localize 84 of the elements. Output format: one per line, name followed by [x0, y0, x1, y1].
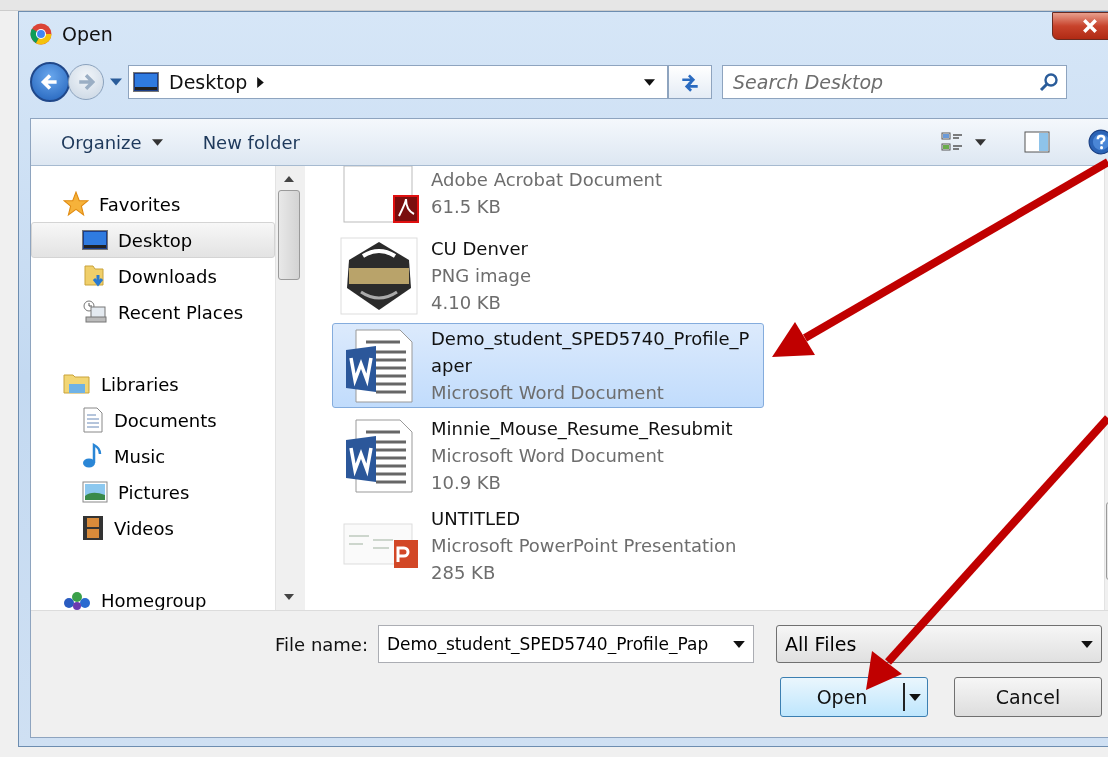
- refresh-button[interactable]: [668, 65, 712, 99]
- forward-arrow-icon: [77, 73, 95, 91]
- dropdown-arrow-icon[interactable]: [733, 640, 745, 648]
- desktop-icon: [133, 72, 159, 92]
- preview-pane-icon[interactable]: [1024, 131, 1050, 153]
- location-text[interactable]: Desktop: [169, 71, 248, 93]
- sidebar-item[interactable]: Documents: [31, 402, 275, 438]
- caret-icon: [151, 138, 163, 146]
- file-name: Minnie_Mouse_Resume_Resubmit: [431, 417, 734, 442]
- file-type: PNG image: [431, 264, 533, 288]
- scroll-thumb[interactable]: [277, 190, 300, 280]
- scroll-up-icon[interactable]: [283, 176, 294, 182]
- open-split-button[interactable]: Open: [780, 677, 928, 717]
- group-label[interactable]: Favorites: [99, 193, 181, 215]
- group-label[interactable]: Homegroup: [101, 589, 207, 610]
- file-size: 61.5 KB: [431, 195, 502, 219]
- item-label[interactable]: Documents: [114, 409, 217, 431]
- dropdown-arrow-icon: [1081, 640, 1093, 648]
- star-icon: [63, 191, 89, 217]
- file-item[interactable]: Adobe Acrobat Document 61.5 KB: [332, 166, 764, 228]
- file-name-field[interactable]: Demo_student_SPED5740_Profile_Pap: [378, 625, 754, 663]
- file-type: Microsoft PowerPoint Presentation: [431, 534, 738, 558]
- sidebar-item[interactable]: Recent Places: [31, 294, 275, 330]
- item-label[interactable]: Pictures: [118, 481, 190, 503]
- search-field[interactable]: Search Desktop: [722, 65, 1067, 99]
- open-button[interactable]: Open: [781, 686, 903, 708]
- file-type-dropdown[interactable]: All Files: [776, 625, 1102, 663]
- dropdown-arrow-icon[interactable]: [644, 78, 655, 86]
- homegroup-icon: [63, 589, 91, 610]
- help-icon[interactable]: [1088, 129, 1108, 155]
- caret-icon[interactable]: [975, 138, 986, 146]
- browser-icon: [30, 23, 52, 45]
- file-type: Microsoft Word Document: [431, 381, 665, 405]
- file-size: 285 KB: [431, 561, 497, 585]
- window-title: Open: [62, 23, 113, 45]
- sidebar-item[interactable]: Videos: [31, 510, 275, 546]
- music-note-icon: [82, 443, 104, 469]
- film-strip-icon: [82, 515, 104, 541]
- sidebar-item[interactable]: Pictures: [31, 474, 275, 510]
- file-name-label: File name:: [275, 633, 368, 655]
- item-label[interactable]: Recent Places: [118, 301, 244, 323]
- chevron-icon[interactable]: [257, 76, 265, 88]
- toolbar-button[interactable]: New folder: [188, 127, 314, 157]
- file-item[interactable]: Demo_student_SPED5740_Profile_Paper Microsoft Word Document: [332, 323, 764, 408]
- sidebar-item[interactable]: Desktop: [31, 222, 275, 258]
- file-type: Adobe Acrobat Document: [431, 168, 663, 192]
- search-icon[interactable]: [1039, 72, 1059, 92]
- file-item[interactable]: UNTITLED Microsoft PowerPoint Presentation 285 KB: [332, 503, 764, 588]
- group-label[interactable]: Libraries: [101, 373, 179, 395]
- pictures-icon: [82, 481, 108, 503]
- desktop-icon: [82, 230, 108, 250]
- close-icon: [1082, 19, 1098, 33]
- word-document-icon: [344, 417, 414, 494]
- view-options-icon[interactable]: [941, 131, 963, 153]
- dropdown-arrow-icon[interactable]: [909, 693, 921, 701]
- recent-places-icon: [82, 299, 108, 325]
- file-item[interactable]: CU Denver PNG image 4.10 KB: [332, 233, 764, 318]
- dialog-button[interactable]: Cancel: [954, 677, 1102, 717]
- sidebar-group[interactable]: Homegroup: [31, 582, 275, 610]
- sidebar-item[interactable]: Downloads: [31, 258, 275, 294]
- file-type: Microsoft Word Document: [431, 444, 665, 468]
- scroll-down-icon[interactable]: [283, 594, 294, 600]
- item-label[interactable]: Desktop: [118, 229, 193, 251]
- file-item[interactable]: Minnie_Mouse_Resume_Resubmit Microsoft Word Document 10.9 KB: [332, 413, 764, 498]
- file-size: 4.10 KB: [431, 291, 502, 315]
- libraries-icon: [63, 372, 91, 396]
- file-name: UNTITLED: [431, 507, 522, 531]
- item-label[interactable]: Videos: [114, 517, 174, 539]
- sidebar-item[interactable]: Music: [31, 438, 275, 474]
- document-icon: [82, 407, 104, 433]
- close-button[interactable]: [1052, 12, 1108, 40]
- address-bar[interactable]: Desktop: [128, 65, 668, 99]
- sidebar-group[interactable]: Libraries: [31, 366, 275, 402]
- badge-logo-icon: [339, 235, 419, 316]
- file-size: 10.9 KB: [431, 471, 502, 495]
- item-label[interactable]: Music: [114, 445, 166, 467]
- scrollbar[interactable]: [275, 166, 301, 610]
- back-button[interactable]: [30, 62, 70, 102]
- file-name: CU Denver: [431, 237, 529, 261]
- sidebar-group[interactable]: Favorites: [31, 186, 275, 222]
- word-document-icon: [344, 327, 414, 404]
- item-label[interactable]: Downloads: [118, 265, 217, 287]
- file-name: Demo_student_SPED5740_Profile_Paper: [431, 327, 751, 378]
- toolbar-button[interactable]: Organize: [47, 127, 177, 157]
